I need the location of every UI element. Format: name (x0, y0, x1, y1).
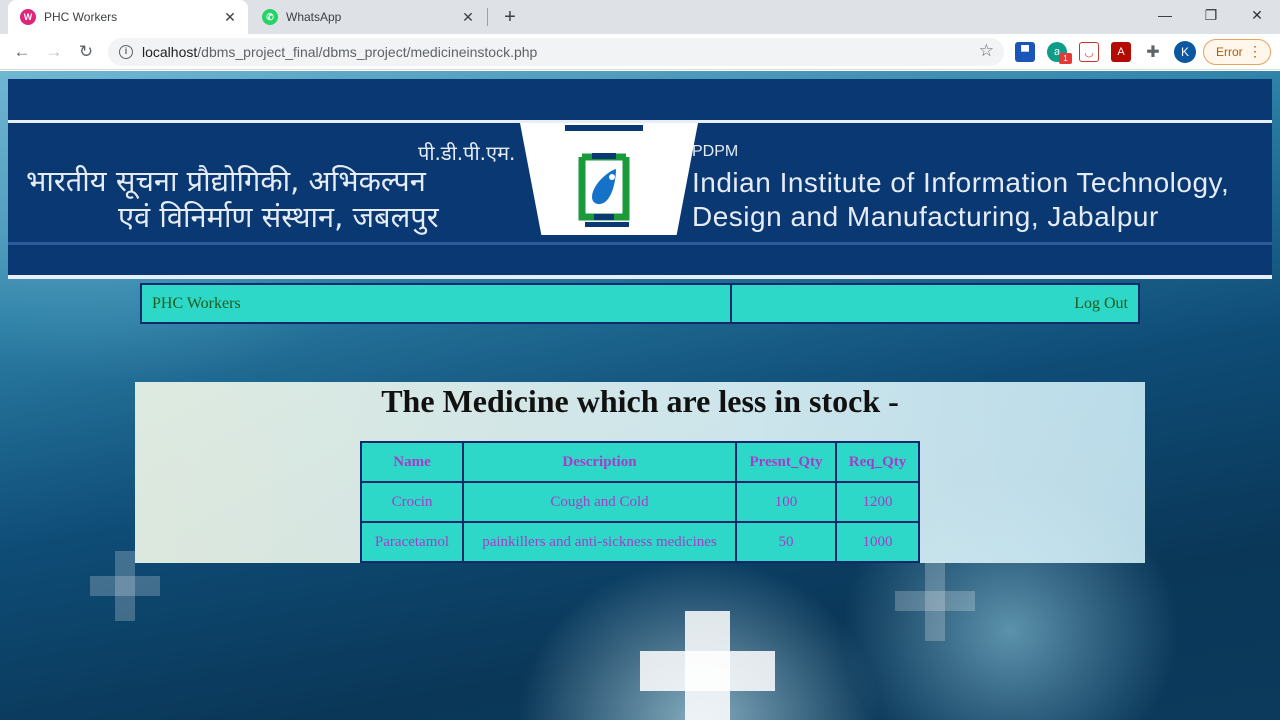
avatar[interactable]: K (1174, 41, 1196, 63)
site-navbar: PHC Workers Log Out (140, 283, 1140, 324)
browser-tab-strip: W PHC Workers ✕ ✆ WhatsApp ✕ + — ❐ ✕ (0, 0, 1280, 34)
url-path: /dbms_project_final/dbms_project/medicin… (197, 44, 538, 60)
column-header-description: Description (462, 441, 737, 483)
decorative-cross-icon (895, 591, 975, 611)
extension-cast-icon[interactable]: ▀ (1015, 42, 1035, 62)
more-menu-icon[interactable]: ⋮ (1248, 43, 1262, 60)
banner-hindi-abbr: पी.डी.पी.एम. (418, 141, 516, 165)
cell-name: Crocin (360, 481, 464, 523)
column-header-name: Name (360, 441, 464, 483)
tab-phc-workers[interactable]: W PHC Workers ✕ (8, 0, 248, 34)
page-viewport: पी.डी.पी.एम. भारतीय सूचना प्रौद्योगिकी, … (0, 71, 1280, 720)
logout-link[interactable]: Log Out (732, 285, 1138, 322)
browser-toolbar: ← → ↻ i localhost/dbms_project_final/dbm… (0, 34, 1280, 70)
cell-description: painkillers and anti-sickness medicines (462, 521, 737, 563)
info-icon[interactable]: i (119, 45, 133, 59)
banner-english-abbr: PDPM (692, 143, 739, 160)
close-icon[interactable]: ✕ (220, 7, 240, 27)
forward-button[interactable]: → (42, 40, 66, 64)
minimize-button[interactable]: — (1142, 0, 1188, 30)
reload-button[interactable]: ↻ (74, 40, 98, 64)
window-close-button[interactable]: ✕ (1234, 0, 1280, 30)
low-stock-table: Name Description Presnt_Qty Req_Qty Croc… (360, 441, 920, 563)
cell-present-qty: 100 (735, 481, 837, 523)
url-host: localhost (142, 44, 198, 60)
cell-present-qty: 50 (735, 521, 837, 563)
extension-pocket-icon[interactable]: ◡ (1079, 42, 1099, 62)
cell-description: Cough and Cold (462, 481, 737, 523)
institute-logo-icon (578, 153, 630, 221)
extensions-puzzle-icon[interactable]: ✚ (1143, 42, 1163, 62)
error-label: Error (1216, 45, 1243, 59)
close-icon[interactable]: ✕ (458, 7, 478, 27)
decorative-cross-icon (640, 651, 775, 691)
column-header-present-qty: Presnt_Qty (735, 441, 837, 483)
banner-divider (8, 242, 1272, 245)
nav-home-link[interactable]: PHC Workers (142, 285, 732, 322)
tab-divider (487, 8, 488, 26)
cell-required-qty: 1000 (835, 521, 920, 563)
table-header-row: Name Description Presnt_Qty Req_Qty (360, 441, 920, 483)
new-tab-button[interactable]: + (498, 5, 522, 29)
tab-whatsapp[interactable]: ✆ WhatsApp ✕ (250, 0, 486, 34)
logo-bar (565, 125, 643, 131)
url-text[interactable]: localhost/dbms_project_final/dbms_projec… (142, 44, 537, 60)
banner-hindi-line1: भारतीय सूचना प्रौद्योगिकी, अभिकल्पन (26, 164, 426, 198)
column-header-required-qty: Req_Qty (835, 441, 920, 483)
extension-badge: 1 (1059, 53, 1072, 64)
banner-english-line2: Design and Manufacturing, Jabalpur (692, 201, 1159, 232)
banner-hindi-line2: एवं विनिर्माण संस्थान, जबलपुर (118, 200, 439, 234)
phc-favicon-icon: W (20, 9, 36, 25)
cell-required-qty: 1200 (835, 481, 920, 523)
table-row: Paracetamol painkillers and anti-sicknes… (360, 521, 920, 563)
bookmark-star-icon[interactable]: ☆ (979, 41, 994, 61)
low-stock-panel: The Medicine which are less in stock - N… (135, 382, 1145, 563)
back-button[interactable]: ← (10, 40, 34, 64)
restore-button[interactable]: ❐ (1188, 0, 1234, 30)
tab-title: WhatsApp (286, 10, 342, 24)
tab-title: PHC Workers (44, 10, 118, 24)
banner-divider (8, 275, 1272, 279)
decorative-cross-icon (90, 576, 160, 596)
cell-name: Paracetamol (360, 521, 464, 563)
extension-pdf-icon[interactable]: A (1111, 42, 1131, 62)
error-button[interactable]: Error ⋮ (1203, 39, 1271, 65)
address-bar[interactable]: i localhost/dbms_project_final/dbms_proj… (108, 38, 1004, 66)
table-row: Crocin Cough and Cold 100 1200 (360, 481, 920, 523)
page-title: The Medicine which are less in stock - (381, 383, 899, 419)
banner-english-line1: Indian Institute of Information Technolo… (692, 167, 1230, 198)
whatsapp-favicon-icon: ✆ (262, 9, 278, 25)
banner-divider (8, 120, 1272, 123)
institute-banner: पी.डी.पी.एम. भारतीय सूचना प्रौद्योगिकी, … (8, 79, 1272, 279)
